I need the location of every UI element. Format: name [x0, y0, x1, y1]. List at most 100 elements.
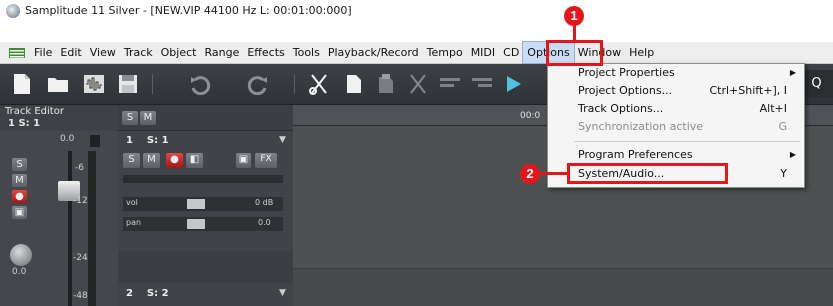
title-bar: Samplitude 11 Silver - [NEW.VIP 44100 Hz… — [0, 0, 833, 22]
track-2-menu-icon[interactable]: ▼ — [279, 288, 286, 298]
app-logo-icon — [6, 4, 20, 18]
track-1-header: 1 S: 1 — [126, 135, 169, 146]
track-1-fx-button[interactable]: FX — [255, 153, 277, 168]
track-list: S M 1 S: 1 ▼ S M ● ◧ ▣ FX vol 0 dB pan 0… — [118, 105, 294, 306]
callout-1-badge: 1 — [564, 6, 584, 26]
speaker-icon[interactable] — [90, 135, 100, 147]
menu-item-label: Track Options... — [578, 102, 664, 115]
track-editor-track: 1 S: 1 — [8, 118, 41, 129]
pan-slider[interactable] — [187, 219, 205, 229]
menu-edit[interactable]: Edit — [56, 42, 85, 63]
menu-item-label: Project Options... — [578, 84, 673, 97]
track-1-monitor-icon[interactable]: ◧ — [186, 153, 203, 168]
menu-effects[interactable]: Effects — [243, 42, 288, 63]
track-2-header: 2 S: 2 — [126, 288, 169, 299]
title-strip — [0, 22, 833, 42]
submenu-arrow-icon: ▶ — [789, 150, 796, 159]
window-title: Samplitude 11 Silver - [NEW.VIP 44100 Hz… — [25, 4, 352, 17]
menu-separator — [574, 141, 800, 142]
menu-item-label: Synchronization active — [578, 120, 704, 133]
menu-item-synchronization: Synchronization active G — [548, 118, 804, 136]
menu-tools[interactable]: Tools — [289, 42, 324, 63]
samplitude-window: Samplitude 11 Silver - [NEW.VIP 44100 Hz… — [0, 0, 833, 306]
cut-object-icon[interactable] — [404, 70, 432, 98]
align-left-icon[interactable] — [436, 70, 464, 98]
open-folder-icon[interactable] — [44, 70, 72, 98]
fader-track — [68, 151, 72, 306]
menu-item-shortcut: Ctrl+Shift+], I — [709, 84, 787, 97]
toolbar-separator — [152, 74, 153, 94]
callout-1-line — [573, 24, 576, 41]
menu-track[interactable]: Track — [120, 42, 157, 63]
menu-item-shortcut: Alt+I — [759, 102, 787, 115]
menu-item-shortcut: G — [778, 120, 787, 133]
menu-cd[interactable]: CD — [499, 42, 523, 63]
mute-button[interactable]: M — [12, 174, 27, 187]
app-menu-icon[interactable] — [9, 45, 25, 60]
track-1-meter — [123, 175, 283, 183]
menu-item-shortcut: Y — [780, 167, 787, 180]
menu-midi[interactable]: MIDI — [467, 42, 499, 63]
track-editor-title: Track Editor — [5, 106, 64, 117]
pan-value: 0.0 — [12, 267, 27, 277]
track-1-mute-button[interactable]: M — [143, 153, 160, 168]
timeline-marker: 00:0 — [520, 111, 541, 121]
level-meter — [88, 151, 96, 306]
menu-item-label: Project Properties — [578, 66, 675, 79]
copy-icon[interactable] — [340, 70, 368, 98]
paste-icon[interactable] — [372, 70, 400, 98]
undo-icon[interactable] — [186, 70, 214, 98]
align-right-icon[interactable] — [468, 70, 496, 98]
track-1-menu-icon[interactable]: ▼ — [279, 135, 286, 145]
menu-view[interactable]: View — [86, 42, 120, 63]
meter-tick: -48 — [73, 291, 88, 301]
menu-playback-record[interactable]: Playback/Record — [324, 42, 423, 63]
volume-value: 0 dB — [255, 198, 274, 207]
track-2[interactable]: 2 S: 2 ▼ — [118, 283, 293, 306]
menu-help[interactable]: Help — [625, 42, 658, 63]
global-solo-button[interactable]: S — [122, 111, 138, 125]
track-editor-header: Track Editor 1 S: 1 — [0, 105, 119, 131]
menu-item-program-preferences[interactable]: Program Preferences ▶ — [548, 146, 804, 164]
callout-2-line — [539, 172, 568, 175]
menu-object[interactable]: Object — [157, 42, 201, 63]
meter-tick: -24 — [73, 253, 88, 263]
save-icon[interactable] — [114, 70, 142, 98]
pan-label: pan — [126, 218, 142, 227]
track-1-volume-row[interactable]: vol 0 dB — [123, 197, 283, 211]
pan-value: 0.0 — [258, 218, 271, 227]
track-editor-strip: 0.0 S M ● ▣ -6 -12 -24 -48 0.0 — [0, 131, 119, 306]
lock-icon[interactable]: ▣ — [12, 206, 27, 219]
submenu-arrow-icon: ▶ — [789, 68, 796, 77]
track-1-lock-icon[interactable]: ▣ — [236, 153, 251, 168]
play-icon[interactable] — [500, 70, 528, 98]
level-top-value: 0.0 — [60, 134, 75, 144]
meter-tick: -6 — [75, 163, 84, 173]
menu-item-project-options[interactable]: Project Options... Ctrl+Shift+], I — [548, 82, 804, 100]
track-2-lane[interactable] — [293, 268, 833, 306]
options-highlight-box — [546, 40, 603, 66]
callout-2-badge: 2 — [520, 164, 540, 184]
pan-knob[interactable] — [10, 244, 32, 266]
system-audio-highlight-box — [567, 163, 728, 184]
menu-item-label: Program Preferences — [578, 148, 693, 161]
track-1[interactable]: 1 S: 1 ▼ S M ● ◧ ▣ FX vol 0 dB pan 0.0 — [118, 131, 293, 251]
new-file-icon[interactable] — [8, 70, 36, 98]
volume-slider[interactable] — [187, 199, 205, 209]
menu-tempo[interactable]: Tempo — [423, 42, 467, 63]
menu-item-project-properties[interactable]: Project Properties ▶ — [548, 64, 804, 82]
solo-button[interactable]: S — [12, 158, 27, 171]
volume-label: vol — [126, 198, 138, 207]
redo-icon[interactable] — [244, 70, 272, 98]
menu-range[interactable]: Range — [200, 42, 243, 63]
menu-bar: File Edit View Track Object Range Effects Tools… — [0, 41, 833, 64]
track-1-pan-row[interactable]: pan 0.0 — [123, 217, 283, 231]
record-button[interactable]: ● — [12, 190, 27, 203]
scissors-icon[interactable] — [305, 70, 333, 98]
menu-file[interactable]: File — [30, 42, 56, 63]
waveform-icon[interactable] — [80, 70, 108, 98]
track-1-solo-button[interactable]: S — [123, 153, 140, 168]
global-mute-button[interactable]: M — [140, 111, 156, 125]
menu-item-track-options[interactable]: Track Options... Alt+I — [548, 100, 804, 118]
track-1-record-button[interactable]: ● — [166, 153, 183, 168]
